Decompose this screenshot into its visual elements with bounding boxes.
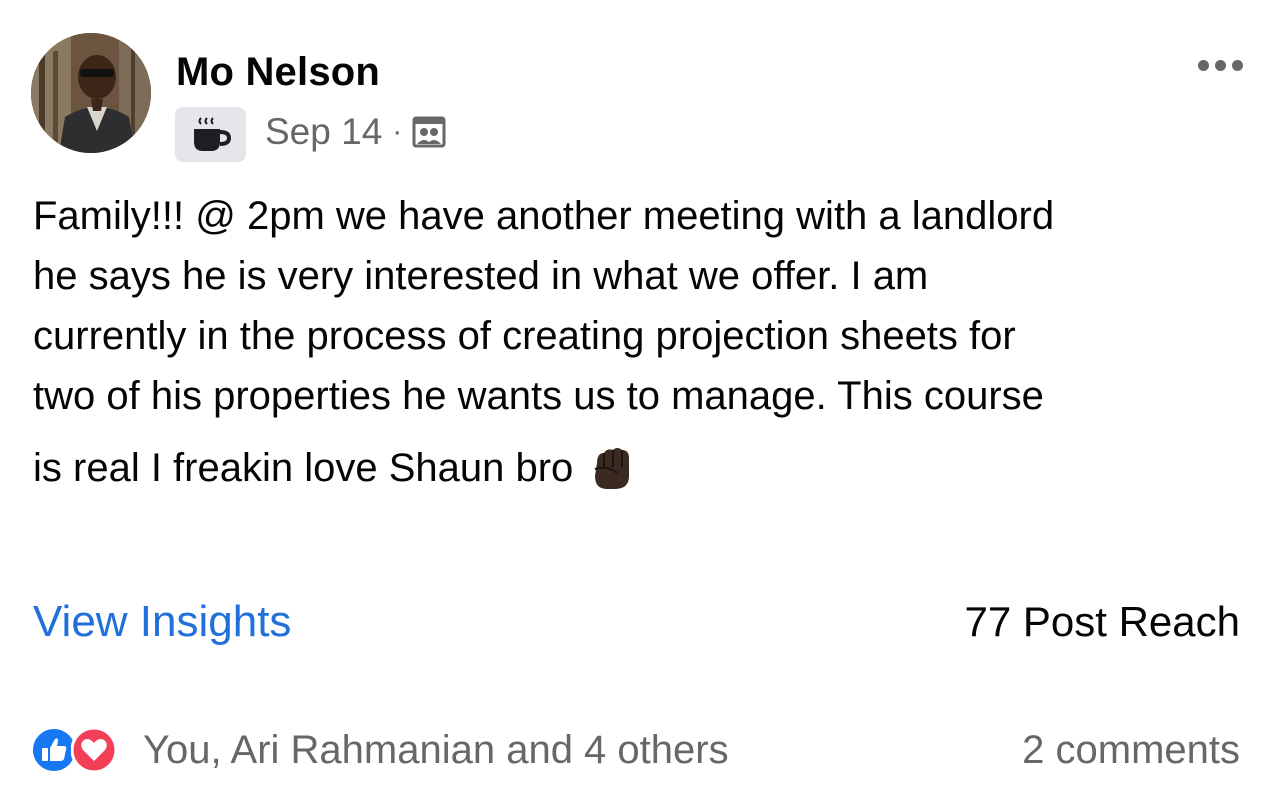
facebook-post: Mo Nelson Sep 14 · Family!!! @ 2pm we ha… [0, 0, 1273, 799]
more-dot [1214, 59, 1226, 71]
reaction-icons [31, 722, 131, 778]
view-insights-link[interactable]: View Insights [33, 597, 291, 647]
love-icon [71, 727, 117, 773]
post-body-line-last: is real I freakin love Shaun bro [33, 438, 1233, 498]
post-body-line: Family!!! @ 2pm we have another meeting … [33, 194, 1055, 238]
meta-separator: · [392, 115, 403, 148]
more-dot [1231, 59, 1243, 71]
avatar-image [31, 33, 151, 153]
post-reach-count: 77 Post Reach [964, 598, 1240, 645]
post-meta: Sep 14 · [265, 111, 446, 153]
reactions-summary[interactable]: You, Ari Rahmanian and 4 others [31, 722, 729, 778]
coffee-cup-icon [193, 116, 231, 151]
more-dot [1197, 59, 1209, 71]
raised-fist-dark-skin-icon [587, 443, 637, 493]
post-date[interactable]: Sep 14 [265, 111, 382, 153]
comments-count[interactable]: 2 comments [1022, 728, 1240, 773]
post-body-line-text: is real I freakin love Shaun bro [33, 446, 574, 490]
post-body-line: currently in the process of creating pro… [33, 314, 1016, 358]
author-avatar[interactable] [31, 33, 151, 153]
group-audience-icon[interactable] [412, 115, 446, 149]
post-body-line: two of his properties he wants us to man… [33, 374, 1044, 418]
reactions-text: You, Ari Rahmanian and 4 others [143, 727, 729, 772]
more-options-icon[interactable] [1192, 52, 1248, 78]
author-name[interactable]: Mo Nelson [176, 50, 380, 95]
profile-badge[interactable] [175, 107, 246, 162]
post-body-line: he says he is very interested in what we… [33, 254, 929, 298]
post-body: Family!!! @ 2pm we have another meeting … [33, 186, 1233, 498]
